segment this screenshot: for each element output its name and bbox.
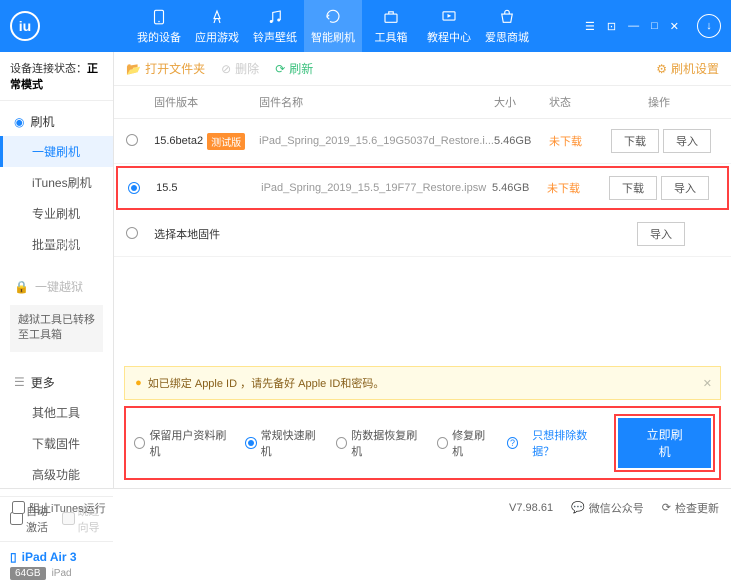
maximize-icon[interactable]: □: [649, 18, 660, 34]
sidebar-item-oneclick-flash[interactable]: 一键刷机: [0, 136, 113, 167]
flash-options: 保留用户资料刷机 常规快速刷机 防数据恢复刷机 修复刷机 ? 只想排除数据？ 立…: [124, 406, 721, 480]
firmware-table-header: 固件版本 固件名称 大小 状态 操作: [114, 86, 731, 119]
section-flash[interactable]: ◉刷机: [0, 107, 113, 136]
sidebar-item-download-firmware[interactable]: 下载固件: [0, 428, 113, 459]
flash-settings-button[interactable]: ⚙刷机设置: [656, 60, 719, 77]
menu-icon[interactable]: ☰: [583, 18, 597, 35]
flash-section-icon: ◉: [14, 115, 24, 129]
check-update-link[interactable]: ⟳检查更新: [662, 500, 719, 516]
folder-icon: 📂: [126, 62, 141, 76]
lock-icon[interactable]: ⊡: [605, 18, 618, 35]
gear-icon: ⚙: [656, 62, 667, 76]
sidebar-item-itunes-flash[interactable]: iTunes刷机: [0, 167, 113, 198]
minimize-icon[interactable]: —: [626, 18, 641, 34]
open-folder-button[interactable]: 📂打开文件夹: [126, 60, 205, 77]
tablet-icon: ▯: [10, 550, 17, 564]
option-normal-flash[interactable]: 常规快速刷机: [245, 427, 322, 459]
delete-button: ⊘删除: [221, 60, 259, 77]
shop-icon: [498, 8, 516, 26]
device-icon: [150, 8, 168, 26]
sidebar-item-other-tools[interactable]: 其他工具: [0, 397, 113, 428]
section-jailbreak[interactable]: 🔒一键越狱: [0, 272, 113, 301]
import-button[interactable]: 导入: [637, 222, 685, 246]
block-itunes-checkbox[interactable]: 阻止iTunes运行: [12, 500, 106, 516]
import-button[interactable]: 导入: [661, 176, 709, 200]
nav-smart-flash[interactable]: 智能刷机: [304, 0, 362, 52]
firmware-row[interactable]: 15.6beta2测试版 iPad_Spring_2019_15.6_19G50…: [114, 119, 731, 164]
nav-shop[interactable]: 爱思商城: [478, 0, 536, 52]
device-info[interactable]: ▯iPad Air 3 64GBiPad: [0, 541, 113, 588]
nav-tutorial[interactable]: 教程中心: [420, 0, 478, 52]
info-icon[interactable]: ?: [507, 437, 518, 449]
refresh-button[interactable]: ⟳刷新: [275, 60, 313, 77]
warning-close-icon[interactable]: ✕: [703, 377, 712, 390]
import-button[interactable]: 导入: [663, 129, 711, 153]
lock-icon: 🔒: [14, 280, 29, 294]
nav-apps[interactable]: 应用游戏: [188, 0, 246, 52]
update-icon: ⟳: [662, 501, 671, 514]
radio-unselected[interactable]: [126, 227, 138, 239]
sidebar-item-advanced[interactable]: 高级功能: [0, 459, 113, 490]
window-controls: ☰ ⊡ — □ ✕ ↓: [583, 14, 721, 38]
beta-tag: 测试版: [207, 133, 245, 150]
warning-icon: ●: [135, 377, 142, 389]
firmware-row-selected[interactable]: 15.5 iPad_Spring_2019_15.5_19F77_Restore…: [116, 166, 729, 210]
download-manager-icon[interactable]: ↓: [697, 14, 721, 38]
capacity-badge: 64GB: [10, 567, 46, 580]
section-more[interactable]: ☰更多: [0, 368, 113, 397]
nav-ringtone[interactable]: 铃声壁纸: [246, 0, 304, 52]
flash-icon: [324, 8, 342, 26]
nav-my-device[interactable]: 我的设备: [130, 0, 188, 52]
apps-icon: [208, 8, 226, 26]
logo-icon: iu: [10, 11, 40, 41]
main-nav: 我的设备 应用游戏 铃声壁纸 智能刷机 工具箱 教程中心 爱思商城: [130, 0, 583, 52]
local-firmware-row[interactable]: 选择本地固件 导入: [114, 212, 731, 257]
jailbreak-note: 越狱工具已转移至工具箱: [10, 305, 103, 352]
nav-toolbox[interactable]: 工具箱: [362, 0, 420, 52]
wechat-icon: 💬: [571, 501, 585, 514]
refresh-icon: ⟳: [275, 62, 285, 76]
more-icon: ☰: [14, 375, 25, 389]
option-keep-data[interactable]: 保留用户资料刷机: [134, 427, 231, 459]
radio-selected[interactable]: [128, 182, 140, 194]
ringtone-icon: [266, 8, 284, 26]
version-label: V7.98.61: [509, 502, 553, 514]
wechat-link[interactable]: 💬微信公众号: [571, 500, 644, 516]
brand-url: www.i4.cn: [46, 239, 110, 250]
option-repair[interactable]: 修复刷机: [437, 427, 493, 459]
option-antirecovery[interactable]: 防数据恢复刷机: [336, 427, 423, 459]
flash-now-button[interactable]: 立即刷机: [618, 418, 711, 468]
tutorial-icon: [440, 8, 458, 26]
download-button[interactable]: 下载: [609, 176, 657, 200]
apple-id-warning: ● 如已绑定 Apple ID ，请先备好 Apple ID和密码。 ✕: [124, 366, 721, 400]
radio-unselected[interactable]: [126, 134, 138, 146]
download-button[interactable]: 下载: [611, 129, 659, 153]
sidebar-item-pro-flash[interactable]: 专业刷机: [0, 198, 113, 229]
close-icon[interactable]: ✕: [668, 18, 681, 35]
exclude-data-link[interactable]: 只想排除数据？: [532, 427, 604, 459]
delete-icon: ⊘: [221, 62, 231, 76]
connection-status: 设备连接状态：正常模式: [0, 52, 113, 101]
toolbox-icon: [382, 8, 400, 26]
